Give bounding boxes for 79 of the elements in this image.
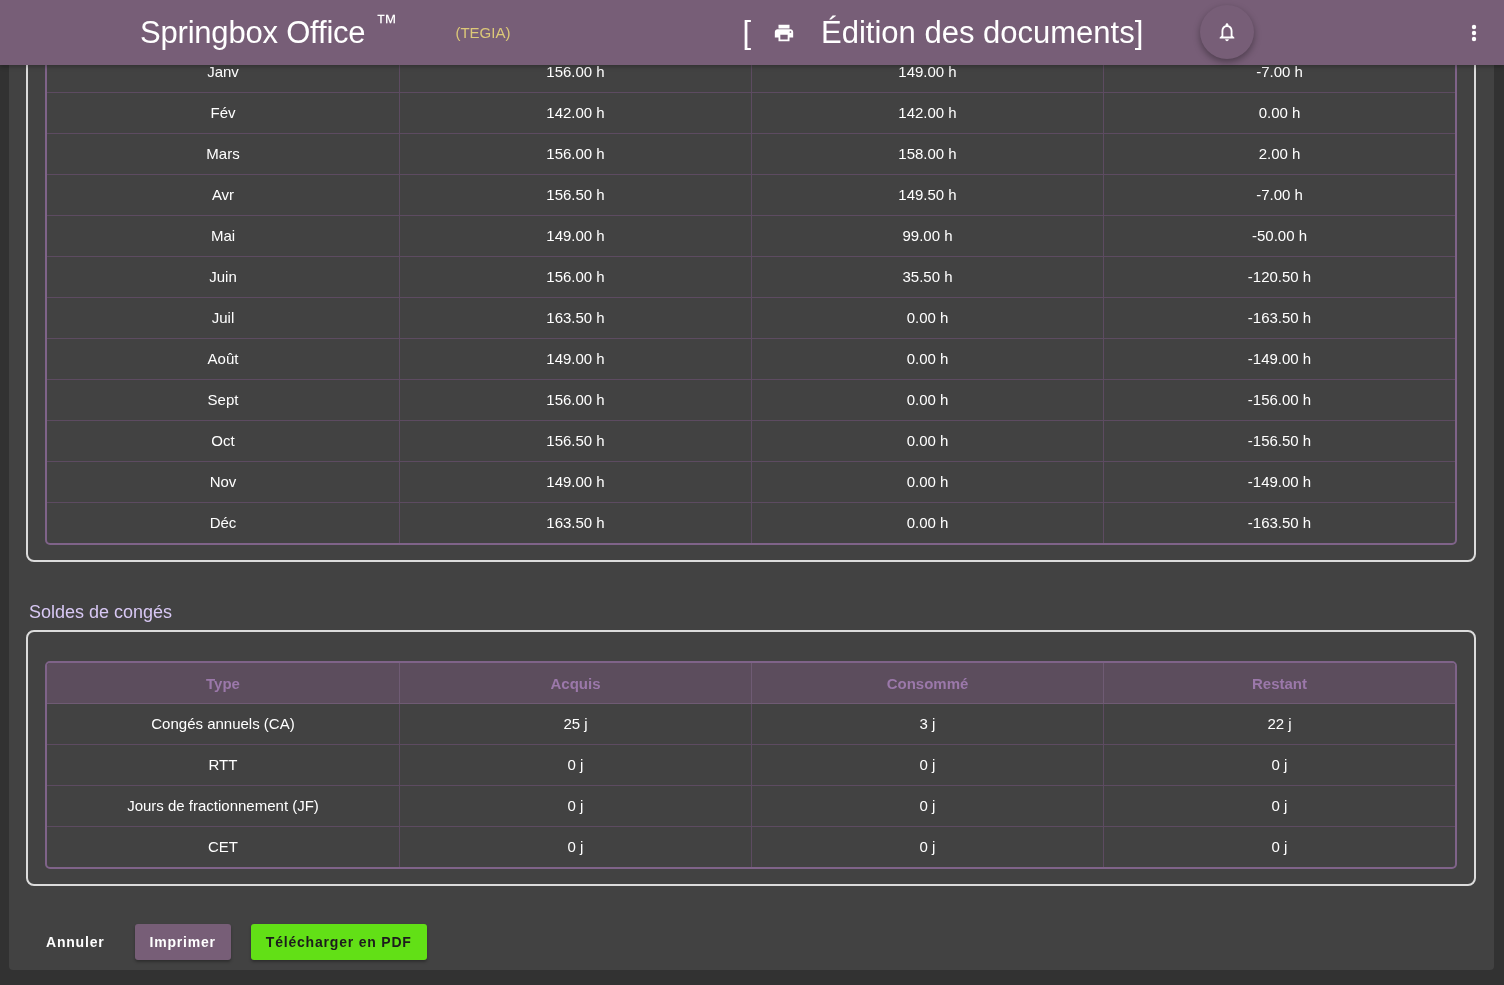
table-cell: -156.50 h (1247, 432, 1312, 449)
column-header: Acquis (399, 663, 751, 704)
table-cell: Juin (209, 268, 237, 285)
section-title: Soldes de congés (29, 601, 173, 624)
app-name: Springbox Office (140, 14, 366, 51)
table-cell: 2.00 h (1258, 145, 1301, 162)
page-title: Édition des documents] (821, 14, 1144, 51)
table-cell: -149.00 h (1247, 350, 1312, 367)
column-header: Restant (1103, 663, 1455, 704)
table-cell: -149.00 h (1247, 473, 1312, 490)
table-cell: 35.50 h (902, 268, 953, 285)
table-cell: 158.00 h (898, 145, 957, 162)
table-cell: Sept (207, 391, 239, 408)
table-cell: -7.00 h (1256, 186, 1303, 203)
notifications-button[interactable] (1200, 4, 1255, 59)
table-cell: 0 j (567, 797, 584, 814)
table-cell: 25 j (563, 715, 588, 732)
table-cell: Oct (211, 432, 235, 449)
table-cell: 0.00 h (906, 309, 949, 326)
table-cell: 156.50 h (546, 186, 605, 203)
table-cell: -50.00 h (1251, 227, 1307, 244)
table-cell: 0.00 h (906, 432, 949, 449)
table-cell: Janv (207, 65, 239, 80)
table-cell: 156.00 h (546, 391, 605, 408)
table-cell: RTT (208, 756, 238, 773)
table-cell: Juil (211, 309, 235, 326)
table-cell: 156.00 h (546, 268, 605, 285)
table-cell: CET (208, 838, 238, 855)
table-cell: 0 j (919, 838, 936, 855)
table-cell: Mai (210, 227, 236, 244)
table-cell: 149.50 h (898, 186, 957, 203)
title-bracket: [ (742, 14, 752, 51)
table-cell: 0 j (919, 797, 936, 814)
trademark-mark: ™ (375, 12, 398, 34)
download-pdf-button[interactable]: Télécharger en PDF (250, 924, 427, 960)
table-cell: Mars (206, 145, 240, 162)
table-cell: -163.50 h (1247, 514, 1312, 531)
table-cell: 0 j (1271, 797, 1288, 814)
table-cell: 156.00 h (546, 65, 605, 80)
table-cell: -156.00 h (1247, 391, 1312, 408)
table-cell: 0 j (1271, 756, 1288, 773)
table-cell: 156.50 h (546, 432, 605, 449)
table-cell: Avr (211, 186, 235, 203)
table-cell: 0 j (919, 756, 936, 773)
company-name: (TEGIA) (455, 24, 511, 41)
table-cell: 149.00 h (898, 65, 957, 80)
cancel-button[interactable]: Annuler (36, 924, 115, 960)
table-cell: Août (207, 350, 239, 367)
table-cell: Jours de fractionnement (JF) (127, 797, 319, 814)
table-cell: 0 j (567, 838, 584, 855)
table-cell: 0.00 h (906, 391, 949, 408)
table-cell: -163.50 h (1247, 309, 1312, 326)
table-cell: Nov (209, 473, 237, 490)
table-cell: 149.00 h (546, 473, 605, 490)
table-cell: 142.00 h (898, 104, 957, 121)
table-cell: 0.00 h (1258, 104, 1301, 121)
column-header: Type (47, 663, 399, 704)
table-cell: 156.00 h (546, 145, 605, 162)
table-cell: 3 j (919, 715, 936, 732)
table-cell: 0.00 h (906, 350, 949, 367)
table-cell: 0.00 h (906, 473, 949, 490)
table-cell: 22 j (1267, 715, 1292, 732)
table-cell: 99.00 h (902, 227, 953, 244)
table-cell: 0.00 h (906, 514, 949, 531)
print-button[interactable]: Imprimer (134, 924, 231, 960)
table-cell: -120.50 h (1247, 268, 1312, 285)
table-cell: Fév (210, 104, 236, 121)
table-cell: 163.50 h (546, 309, 605, 326)
table-cell: 0 j (567, 756, 584, 773)
table-cell: 163.50 h (546, 514, 605, 531)
table-cell: Déc (209, 514, 237, 531)
table-cell: 149.00 h (546, 350, 605, 367)
table-cell: 149.00 h (546, 227, 605, 244)
table-cell: 142.00 h (546, 104, 605, 121)
table-cell: 0 j (1271, 838, 1288, 855)
column-header: Consommé (751, 663, 1103, 704)
table-cell: -7.00 h (1256, 65, 1303, 80)
more-menu-icon[interactable] (1471, 23, 1477, 42)
table-cell: Congés annuels (CA) (151, 715, 295, 732)
